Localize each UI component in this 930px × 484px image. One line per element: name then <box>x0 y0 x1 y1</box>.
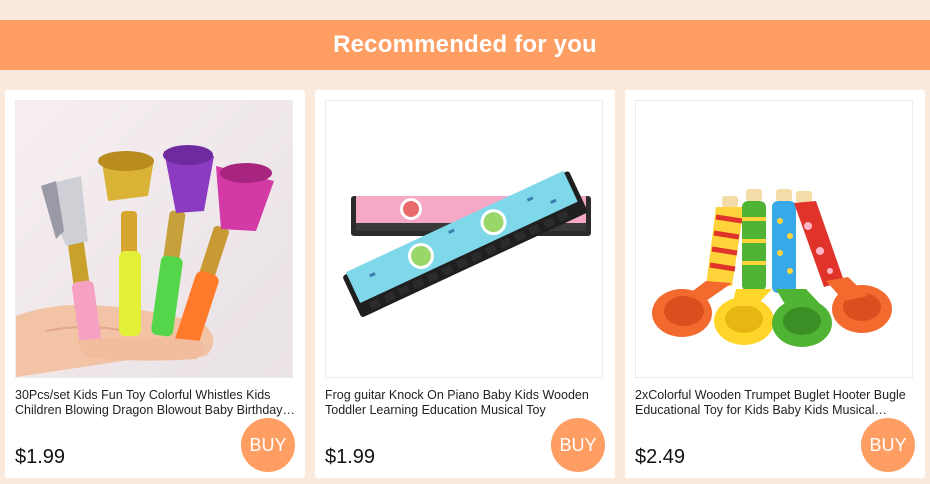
product-title[interactable]: 30Pcs/set Kids Fun Toy Colorful Whistles… <box>15 388 297 418</box>
buy-button[interactable]: BUY <box>241 418 295 472</box>
product-image[interactable] <box>15 100 293 378</box>
harmonica-image <box>326 101 602 377</box>
product-image[interactable] <box>325 100 603 378</box>
product-image[interactable] <box>635 100 913 378</box>
wooden-trumpets-image <box>636 101 912 377</box>
product-price: $2.49 <box>635 446 686 468</box>
recommended-banner: Recommended for you <box>0 20 930 70</box>
buy-button[interactable]: BUY <box>861 418 915 472</box>
product-price: $1.99 <box>15 446 66 468</box>
party-blowout-image <box>16 101 292 377</box>
product-card[interactable]: Frog guitar Knock On Piano Baby Kids Woo… <box>315 90 615 478</box>
product-price: $1.99 <box>325 446 376 468</box>
product-title[interactable]: Frog guitar Knock On Piano Baby Kids Woo… <box>325 388 607 418</box>
section-title: Recommended for you <box>333 31 597 58</box>
buy-button[interactable]: BUY <box>551 418 605 472</box>
product-card[interactable]: 2xColorful Wooden Trumpet Buglet Hooter … <box>625 90 925 478</box>
product-title[interactable]: 2xColorful Wooden Trumpet Buglet Hooter … <box>635 388 917 418</box>
product-grid: 30Pcs/set Kids Fun Toy Colorful Whistles… <box>0 90 930 484</box>
product-card[interactable]: 30Pcs/set Kids Fun Toy Colorful Whistles… <box>5 90 305 478</box>
